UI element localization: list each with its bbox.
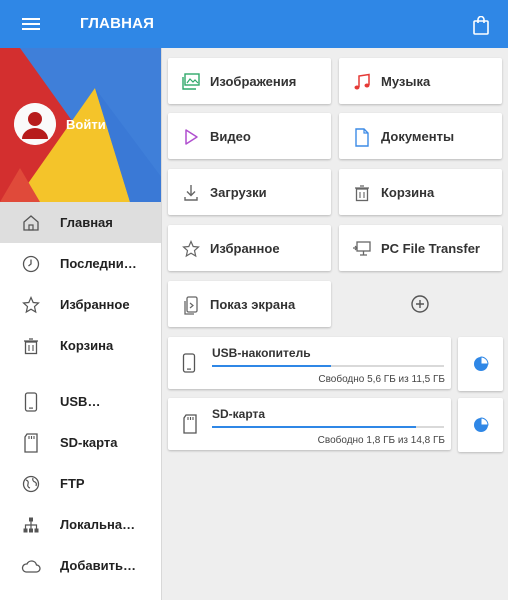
category-label: Корзина: [381, 185, 435, 200]
pie-chart-icon: [474, 356, 489, 371]
category-label: Музыка: [381, 74, 431, 89]
trash-icon: [20, 335, 42, 357]
network-icon: [20, 514, 42, 536]
category-downloads[interactable]: Загрузки: [168, 169, 331, 215]
phone-icon: [182, 353, 198, 375]
globe-icon: [20, 473, 42, 495]
sidebar-item-usb[interactable]: USB…: [0, 381, 161, 422]
sidebar-item-label: Последни…: [60, 256, 137, 271]
sd-card-icon: [20, 432, 42, 454]
shopping-bag-icon[interactable]: [468, 12, 494, 38]
sidebar-item-label: USB…: [60, 394, 101, 409]
star-icon: [20, 294, 42, 316]
category-documents[interactable]: Документы: [339, 113, 502, 159]
pc-transfer-icon: [351, 238, 373, 260]
category-screen-cast[interactable]: Показ экрана: [168, 281, 331, 327]
category-video[interactable]: Видео: [168, 113, 331, 159]
category-label: Видео: [210, 129, 251, 144]
sidebar-item-home[interactable]: Главная: [0, 202, 161, 243]
category-label: Показ экрана: [210, 297, 296, 312]
storage-name: SD-карта: [212, 407, 266, 421]
sidebar-item-sd-card[interactable]: SD-карта: [0, 422, 161, 463]
page-title: ГЛАВНАЯ: [80, 15, 155, 32]
storage-usb[interactable]: USB-накопитель Свободно 5,6 ГБ из 11,5 Г…: [168, 337, 451, 389]
sidebar-item-add-cloud[interactable]: Добавить…: [0, 545, 161, 586]
sidebar-item-label: FTP: [60, 476, 85, 491]
storage-usage-bar: [212, 426, 444, 428]
category-images[interactable]: Изображения: [168, 58, 331, 104]
sidebar-item-local-network[interactable]: Локальна…: [0, 504, 161, 545]
navigation-drawer: Войти Главная Последни… Избранное Корзин…: [0, 48, 162, 600]
cloud-icon: [20, 555, 42, 577]
category-label: PC File Transfer: [381, 241, 480, 256]
video-icon: [180, 126, 202, 148]
sidebar-item-label: Избранное: [60, 297, 130, 312]
download-icon: [180, 182, 202, 204]
storage-sd-card[interactable]: SD-карта Свободно 1,8 ГБ из 14,8 ГБ: [168, 398, 451, 450]
category-favorites[interactable]: Избранное: [168, 225, 331, 271]
sidebar-item-ftp[interactable]: FTP: [0, 463, 161, 504]
sidebar-item-label: Главная: [60, 215, 113, 230]
category-label: Избранное: [210, 241, 280, 256]
storage-free-text: Свободно 5,6 ГБ из 11,5 ГБ: [318, 374, 445, 385]
document-icon: [351, 126, 373, 148]
app-bar: ГЛАВНАЯ: [0, 0, 508, 48]
music-icon: [351, 71, 373, 93]
screen-cast-icon: [180, 294, 202, 316]
sidebar-item-trash[interactable]: Корзина: [0, 325, 161, 366]
storage-free-text: Свободно 1,8 ГБ из 14,8 ГБ: [317, 435, 445, 446]
category-pc-file-transfer[interactable]: PC File Transfer: [339, 225, 502, 271]
storage-sd-analyze-button[interactable]: [458, 398, 503, 452]
category-label: Изображения: [210, 74, 297, 89]
sidebar-item-label: Локальна…: [60, 517, 136, 532]
images-icon: [180, 71, 202, 93]
storage-name: USB-накопитель: [212, 346, 311, 360]
avatar[interactable]: [14, 103, 56, 145]
drawer-section-gap: [0, 366, 161, 381]
sidebar-item-label: Добавить…: [60, 558, 136, 573]
sidebar-item-label: SD-карта: [60, 435, 118, 450]
sidebar-item-label: Корзина: [60, 338, 114, 353]
login-button[interactable]: Войти: [66, 117, 106, 132]
storage-usage-fill: [212, 365, 332, 367]
sd-card-icon: [182, 414, 198, 436]
storage-usb-analyze-button[interactable]: [458, 337, 503, 391]
star-icon: [180, 238, 202, 260]
sidebar-item-recent[interactable]: Последни…: [0, 243, 161, 284]
storage-usage-bar: [212, 365, 444, 367]
trash-icon: [351, 182, 373, 204]
hamburger-menu-icon[interactable]: [12, 12, 50, 36]
category-label: Документы: [381, 129, 455, 144]
clock-icon: [20, 253, 42, 275]
sidebar-item-favorites[interactable]: Избранное: [0, 284, 161, 325]
drawer-header: Войти: [0, 48, 161, 202]
home-icon: [20, 212, 42, 234]
phone-icon: [20, 391, 42, 413]
category-label: Загрузки: [210, 185, 267, 200]
category-music[interactable]: Музыка: [339, 58, 502, 104]
storage-usage-fill: [212, 426, 416, 428]
add-circle-icon[interactable]: [410, 294, 430, 314]
pie-chart-icon: [474, 417, 489, 432]
category-trash[interactable]: Корзина: [339, 169, 502, 215]
